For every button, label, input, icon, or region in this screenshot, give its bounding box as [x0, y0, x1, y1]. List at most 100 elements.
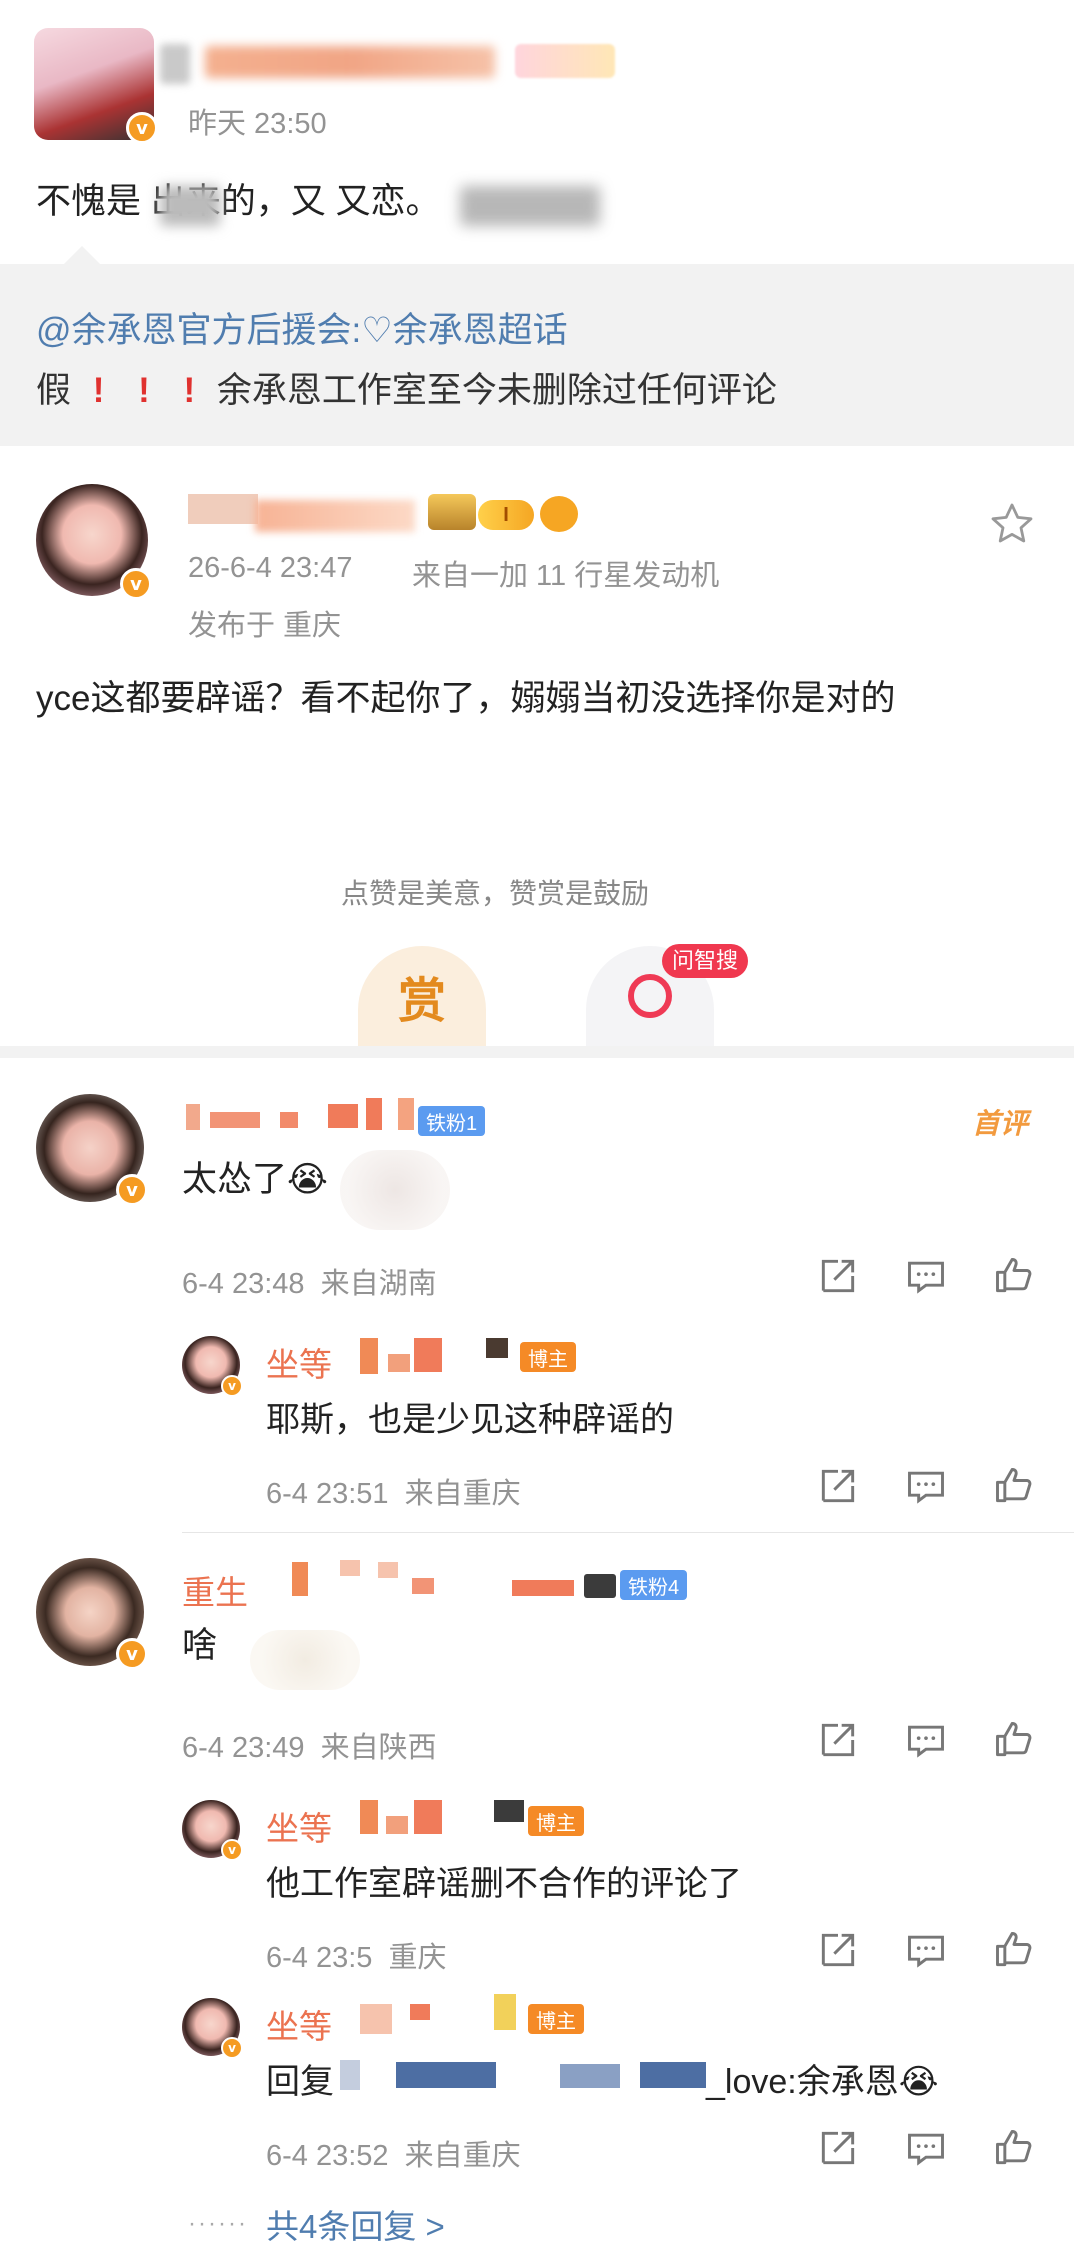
mention-blurred[interactable]	[340, 2060, 360, 2090]
comment-username[interactable]: 重生	[182, 1566, 248, 1614]
comment-username-blurred[interactable]	[412, 1578, 434, 1594]
main-post-username-blurred-2[interactable]	[255, 500, 415, 532]
comment-avatar[interactable]: v	[36, 1558, 148, 1670]
comment-meta: 6-4 23:48 来自湖南	[182, 1268, 437, 1300]
reply-username[interactable]: 坐等	[266, 1338, 332, 1386]
comment-icon[interactable]	[904, 2126, 948, 2170]
crown-icon	[428, 494, 476, 530]
comment-username-blurred[interactable]	[280, 1112, 298, 1128]
like-icon[interactable]	[992, 1464, 1036, 1508]
quote-source[interactable]: @余承恩官方后援会:♡余承恩超话	[36, 302, 568, 353]
reply-meta: 6-4 23:5 重庆	[266, 1942, 447, 1974]
verified-icon: v	[116, 1174, 148, 1206]
comment-username-blurred[interactable]	[512, 1580, 574, 1596]
blogger-badge: 博主	[520, 1342, 576, 1372]
reply-username[interactable]: 坐等	[266, 2000, 332, 2048]
reward-hint: 点赞是美意，赞赏是鼓励	[340, 878, 649, 909]
comment-username-blurred[interactable]	[366, 1098, 382, 1130]
quote-pointer	[64, 246, 100, 264]
comment-username-blurred[interactable]	[210, 1112, 260, 1128]
comment-icon[interactable]	[904, 1464, 948, 1508]
main-post-source[interactable]: 来自一加 11 行星发动机	[412, 552, 719, 594]
star-icon[interactable]	[988, 500, 1036, 548]
main-post-username-blurred[interactable]	[188, 494, 258, 524]
verified-icon: v	[221, 1839, 243, 1861]
quote-text-prefix: 假	[36, 371, 72, 410]
quote-text: 假 ! ! ! 余承恩工作室至今未删除过任何评论	[36, 362, 777, 413]
top-post-text-blur-2	[460, 186, 600, 226]
comment-icon[interactable]	[904, 1718, 948, 1762]
comment-username-blurred[interactable]	[340, 1560, 360, 1576]
reply-username-blurred[interactable]	[494, 1800, 524, 1822]
comment-username-blurred[interactable]	[398, 1098, 414, 1130]
exclamation-icon: !	[92, 371, 105, 410]
like-icon[interactable]	[992, 1928, 1036, 1972]
blogger-badge: 博主	[528, 1806, 584, 1836]
top-post-text-blur	[160, 186, 220, 226]
reply-username-blurred[interactable]	[486, 1338, 508, 1358]
comment-text: 啥	[182, 1626, 218, 1665]
reply-username-blurred[interactable]	[360, 1338, 378, 1374]
comment-username-blurred[interactable]	[186, 1104, 200, 1130]
repost-icon[interactable]	[816, 2126, 860, 2170]
exclamation-icon: !	[138, 371, 150, 410]
reply-username-blurred[interactable]	[414, 1338, 442, 1372]
reward-label: 赏	[397, 975, 446, 1028]
first-comment-label: 首评	[972, 1108, 1029, 1139]
comment-divider	[182, 1532, 1074, 1533]
reply-username-blurred[interactable]	[414, 1800, 442, 1834]
top-post-level-icon	[515, 44, 615, 78]
reply-avatar[interactable]: v	[182, 1336, 243, 1397]
mention-blurred[interactable]	[396, 2062, 496, 2088]
main-post-location: 发布于 重庆	[188, 610, 342, 642]
top-post-text: 不愧是 出来的，又 又恋。	[36, 182, 441, 221]
repost-icon[interactable]	[816, 1254, 860, 1298]
reply-username-blurred[interactable]	[360, 1800, 378, 1834]
sticker-image	[250, 1630, 360, 1690]
reply-username[interactable]: 坐等	[266, 1802, 332, 1850]
reply-avatar[interactable]: v	[182, 1998, 243, 2059]
comment-text: 太怂了😭	[182, 1160, 328, 1199]
main-post-text: yce这都要辟谣？看不起你了，嫋嫋当初没选择你是对的	[36, 679, 896, 718]
verified-icon: v	[116, 1638, 148, 1670]
repost-icon[interactable]	[816, 1464, 860, 1508]
top-post-avatar[interactable]: v	[34, 28, 158, 144]
level-badge-icon: I	[478, 500, 534, 530]
mention-blurred[interactable]	[560, 2064, 620, 2088]
repost-icon[interactable]	[816, 1718, 860, 1762]
more-replies-dots: ······	[188, 2210, 248, 2237]
comment-meta: 6-4 23:49 来自陕西	[182, 1732, 437, 1764]
exclamation-icon: !	[183, 371, 196, 410]
repost-icon[interactable]	[816, 1928, 860, 1972]
reward-button[interactable]: 赏	[358, 946, 486, 1046]
reply-username-blurred[interactable]	[410, 2004, 430, 2020]
fish-icon	[540, 496, 578, 532]
top-post-username-blurred-2[interactable]	[205, 46, 495, 78]
comment-avatar[interactable]: v	[36, 1094, 148, 1206]
quote-text-rest: 余承恩工作室至今未删除过任何评论	[216, 371, 777, 410]
comment-icon[interactable]	[904, 1928, 948, 1972]
reply-text: 他工作室辟谣删不合作的评论了	[266, 1865, 742, 1903]
main-post-avatar[interactable]: v	[36, 484, 152, 600]
comment-username-blurred[interactable]	[292, 1562, 308, 1596]
verified-icon: v	[221, 2037, 243, 2059]
comment-icon[interactable]	[904, 1254, 948, 1298]
comment-username-blurred[interactable]	[378, 1562, 398, 1578]
mention-blurred[interactable]	[640, 2062, 706, 2088]
reply-text-suffix: _love:余承恩😭	[706, 2063, 939, 2101]
quoted-repost[interactable]: @余承恩官方后援会:♡余承恩超话 假 ! ! ! 余承恩工作室至今未删除过任何评…	[0, 246, 1074, 446]
reply-username-blurred[interactable]	[388, 1354, 410, 1372]
top-post-username-blurred[interactable]	[160, 44, 190, 84]
blogger-badge: 博主	[528, 2004, 584, 2034]
comment-username-blurred[interactable]	[328, 1104, 358, 1128]
verified-icon: v	[120, 568, 152, 600]
reply-username-blurred[interactable]	[494, 1994, 516, 2030]
reply-avatar[interactable]: v	[182, 1800, 243, 1861]
like-icon[interactable]	[992, 2126, 1036, 2170]
reply-username-blurred[interactable]	[360, 2004, 392, 2034]
ask-search-badge: 问智搜	[662, 944, 749, 978]
like-icon[interactable]	[992, 1718, 1036, 1762]
reply-username-blurred[interactable]	[386, 1816, 408, 1834]
like-icon[interactable]	[992, 1254, 1036, 1298]
more-replies-link[interactable]: 共4条回复 >	[266, 2200, 445, 2248]
